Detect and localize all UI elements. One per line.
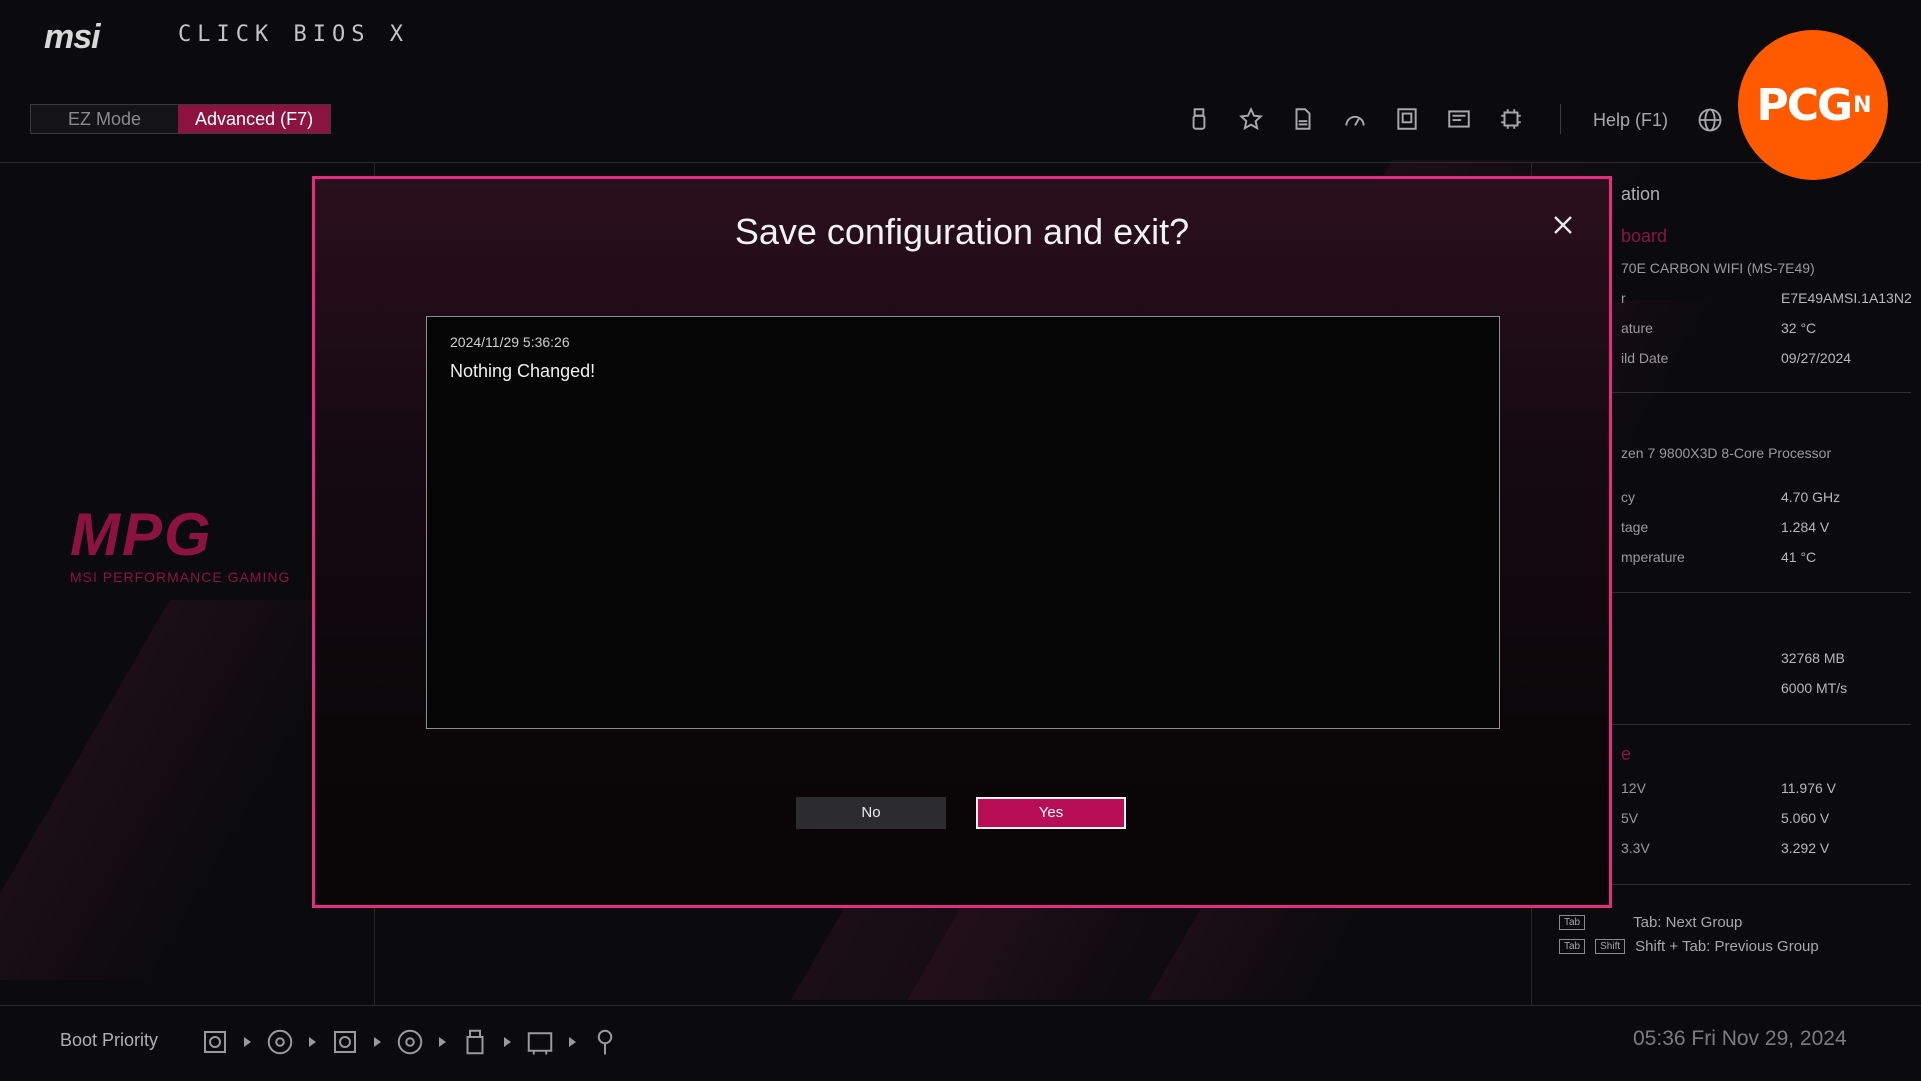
- info-heading: ation: [1621, 184, 1661, 204]
- performance-icon[interactable]: [1341, 105, 1369, 133]
- info-value: 41 °C: [1781, 549, 1817, 565]
- info-value: E7E49AMSI.1A13N2: [1781, 290, 1912, 306]
- bios-title: CLICK BIOS X: [178, 22, 409, 47]
- info-key: ild Date: [1621, 350, 1669, 366]
- section-divider: [1611, 592, 1911, 593]
- info-key: tage: [1621, 519, 1649, 535]
- mpg-subtitle: MSI PERFORMANCE GAMING: [70, 569, 291, 585]
- info-key: 12V: [1621, 780, 1646, 796]
- boot-priority-list: [200, 1027, 620, 1057]
- network-card-icon[interactable]: [525, 1027, 555, 1057]
- log-timestamp: 2024/11/29 5:36:26: [450, 334, 570, 350]
- motherboard-name-text: 70E CARBON WIFI (MS-7E49): [1621, 260, 1815, 276]
- voltage-label: e: [1621, 744, 1632, 764]
- info-key: 3.3V: [1621, 840, 1650, 856]
- optical-disc-icon[interactable]: [265, 1027, 295, 1057]
- msi-logo: msi: [44, 18, 101, 56]
- hdd-icon[interactable]: [330, 1027, 360, 1057]
- hint-text: Tab: Next Group: [1633, 914, 1743, 931]
- info-key: mperature: [1621, 549, 1685, 565]
- mpg-mark: MPG: [70, 501, 213, 568]
- boot-priority-label: Boot Priority: [60, 1030, 159, 1050]
- arrow-right-icon: [504, 1037, 511, 1047]
- info-value: 4.70 GHz: [1781, 489, 1841, 505]
- usb-drive-icon[interactable]: [460, 1027, 490, 1057]
- pcgn-watermark-sup: N: [1853, 92, 1871, 118]
- section-divider: [1611, 724, 1911, 725]
- info-value: 09/27/2024: [1781, 350, 1852, 366]
- usb-icon[interactable]: [1185, 105, 1213, 133]
- info-value: 3.292 V: [1781, 840, 1830, 856]
- hdd-icon[interactable]: [200, 1027, 230, 1057]
- tab-key-icon: Tab: [1559, 939, 1586, 954]
- info-key: 5V: [1621, 810, 1639, 826]
- pcgn-watermark-badge: PCG N: [1738, 30, 1888, 180]
- shift-key-icon: Shift: [1595, 939, 1626, 954]
- info-value: 32768 MB: [1781, 650, 1845, 666]
- info-key: cy: [1621, 489, 1635, 505]
- hint-text: Shift + Tab: Previous Group: [1635, 938, 1819, 955]
- top-toolbar: [1185, 105, 1525, 133]
- document-icon[interactable]: [1289, 105, 1317, 133]
- change-log-box: 2024/11/29 5:36:26 Nothing Changed!: [426, 316, 1500, 729]
- keyboard-hint-next: Tab Tab: Next Group: [1559, 914, 1742, 931]
- footer-divider: [0, 1005, 1921, 1006]
- system-clock: 05:36 Fri Nov 29, 2024: [1633, 1027, 1847, 1050]
- board-explorer-icon[interactable]: [1445, 105, 1473, 133]
- cpu-icon[interactable]: [1497, 105, 1525, 133]
- info-value: 6000 MT/s: [1781, 680, 1848, 696]
- cpu-name-text: zen 7 9800X3D 8-Core Processor: [1621, 445, 1832, 461]
- section-divider: [1611, 392, 1911, 393]
- ez-mode-tab[interactable]: EZ Mode: [31, 105, 179, 133]
- dialog-title: Save configuration and exit?: [734, 211, 1190, 252]
- info-key: r: [1621, 290, 1626, 306]
- help-button[interactable]: Help (F1): [1593, 110, 1668, 131]
- motherboard-label: board: [1621, 226, 1668, 246]
- section-divider: [1611, 884, 1911, 885]
- yes-button[interactable]: Yes: [976, 797, 1126, 829]
- save-exit-dialog: Save configuration and exit? 2024/11/29 …: [312, 176, 1612, 908]
- info-value: 1.284 V: [1781, 519, 1830, 535]
- info-value: 32 °C: [1781, 320, 1817, 336]
- toolbar-separator: [1560, 104, 1561, 134]
- arrow-right-icon: [374, 1037, 381, 1047]
- arrow-right-icon: [439, 1037, 446, 1047]
- arrow-right-icon: [569, 1037, 576, 1047]
- info-key: ature: [1621, 320, 1653, 336]
- info-value: 5.060 V: [1781, 810, 1830, 826]
- hardware-monitor-icon[interactable]: [1393, 105, 1421, 133]
- tab-key-icon: Tab: [1559, 915, 1586, 930]
- mode-switch: EZ Mode Advanced (F7): [30, 104, 332, 134]
- language-globe-icon[interactable]: [1696, 106, 1724, 134]
- keyboard-hint-previous: Tab Shift Shift + Tab: Previous Group: [1559, 938, 1819, 955]
- close-icon[interactable]: [1551, 213, 1575, 237]
- optical-disc-icon[interactable]: [395, 1027, 425, 1057]
- pcgn-watermark-text: PCG: [1756, 79, 1853, 131]
- arrow-right-icon: [244, 1037, 251, 1047]
- advanced-mode-tab[interactable]: Advanced (F7): [178, 105, 331, 133]
- arrow-right-icon: [309, 1037, 316, 1047]
- info-value: 11.976 V: [1781, 780, 1837, 796]
- mpg-logo: MPG MSI PERFORMANCE GAMING: [70, 501, 291, 586]
- log-message: Nothing Changed!: [450, 361, 596, 381]
- usb-key-icon[interactable]: [590, 1027, 620, 1057]
- favorites-icon[interactable]: [1237, 105, 1265, 133]
- no-button[interactable]: No: [796, 797, 946, 829]
